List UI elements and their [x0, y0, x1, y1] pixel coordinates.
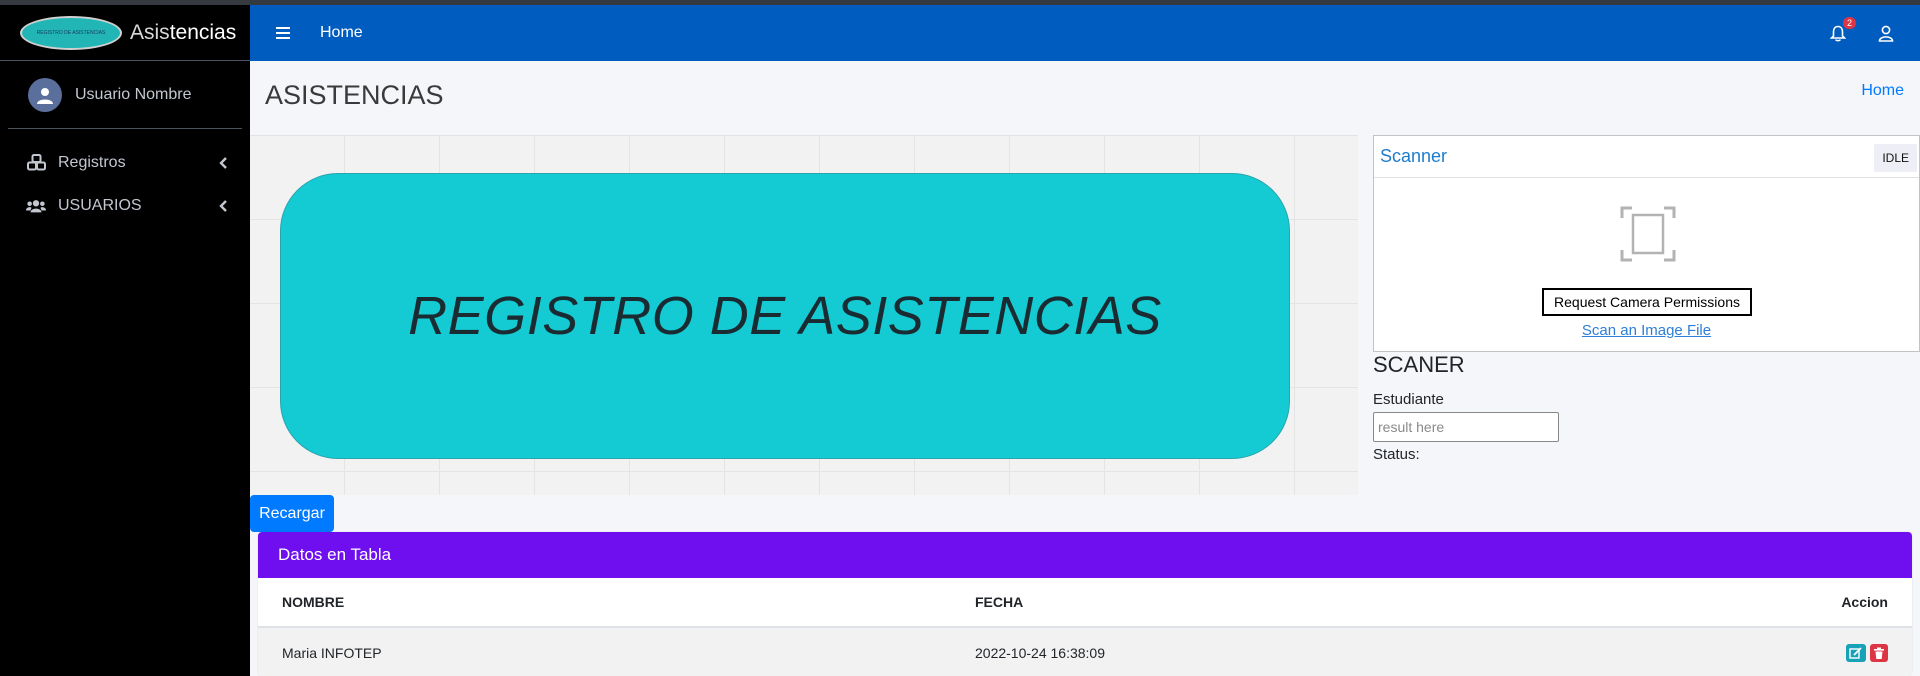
status-label: Status: — [1373, 446, 1420, 463]
column-header-accion: Accion — [1841, 594, 1888, 610]
table-header-row: NOMBRE FECHA Accion — [258, 578, 1912, 628]
scanner-status-badge: IDLE — [1874, 144, 1917, 172]
row-actions — [1675, 644, 1912, 662]
user-panel[interactable]: Usuario Nombre — [8, 61, 242, 129]
data-table-card: Datos en Tabla NOMBRE FECHA Accion Maria… — [258, 532, 1912, 676]
qr-scanner: Scanner IDLE Request Camera Permissions … — [1373, 135, 1920, 352]
brand-title: Asistencias — [130, 21, 236, 45]
cubes-icon — [26, 153, 46, 173]
sidebar-item-registros[interactable]: Registros — [0, 141, 250, 184]
brand-logo-text: REGISTRO DE ASISTENCIAS — [36, 29, 106, 36]
banner-area: REGISTRO DE ASISTENCIAS — [250, 135, 1358, 495]
reload-button[interactable]: Recargar — [250, 495, 334, 532]
scanner-title: Scanner — [1380, 146, 1448, 166]
sidebar-item-label: USUARIOS — [58, 196, 142, 214]
student-label: Estudiante — [1373, 391, 1444, 408]
page-title: ASISTENCIAS — [265, 80, 444, 110]
student-result-input[interactable] — [1373, 412, 1559, 442]
top-navbar: Home 2 — [250, 5, 1920, 61]
user-menu-icon[interactable] — [1876, 23, 1896, 43]
user-avatar-icon — [37, 87, 53, 104]
user-name: Usuario Nombre — [75, 85, 192, 103]
notification-badge: 2 — [1842, 17, 1856, 29]
brand-title-part1: Asis — [130, 20, 170, 44]
scan-image-file-link[interactable]: Scan an Image File — [1374, 322, 1919, 339]
column-header-nombre: NOMBRE — [282, 594, 345, 610]
brand-link[interactable]: REGISTRO DE ASISTENCIAS Asistencias — [0, 5, 250, 61]
banner-title: REGISTRO DE ASISTENCIAS — [408, 286, 1162, 346]
edit-icon[interactable] — [1846, 644, 1866, 662]
chevron-left-icon — [218, 199, 228, 213]
trash-icon[interactable] — [1870, 644, 1888, 662]
sidebar-item-usuarios[interactable]: USUARIOS — [0, 184, 250, 227]
cell-fecha: 2022-10-24 16:38:09 — [975, 645, 1105, 661]
scan-form-heading: SCANER — [1373, 352, 1465, 377]
table-card-title: Datos en Tabla — [258, 532, 1912, 578]
navbar-right: 2 — [1828, 17, 1896, 43]
chevron-left-icon — [218, 156, 228, 170]
users-icon — [26, 196, 46, 216]
notifications-button[interactable]: 2 — [1828, 17, 1856, 43]
hamburger-menu-icon[interactable] — [270, 26, 298, 40]
sidebar-nav: Registros USUARIOS — [0, 129, 250, 227]
scan-frame-icon — [1620, 206, 1676, 262]
request-camera-permissions-button[interactable]: Request Camera Permissions — [1542, 288, 1752, 316]
sidebar-item-label: Registros — [58, 153, 126, 171]
avatar — [28, 77, 62, 112]
sidebar: REGISTRO DE ASISTENCIAS Asistencias Usua… — [0, 5, 250, 676]
navbar-home-link[interactable]: Home — [320, 24, 363, 42]
cell-nombre: Maria INFOTEP — [282, 645, 382, 661]
banner: REGISTRO DE ASISTENCIAS — [280, 173, 1290, 459]
column-header-fecha: FECHA — [975, 594, 1024, 610]
table-row: Maria INFOTEP 2022-10-24 16:38:09 — [258, 628, 1912, 676]
brand-title-part2: tencias — [169, 20, 237, 44]
brand-logo: REGISTRO DE ASISTENCIAS — [20, 15, 122, 50]
breadcrumb[interactable]: Home — [1861, 82, 1904, 100]
divider — [1374, 177, 1919, 178]
